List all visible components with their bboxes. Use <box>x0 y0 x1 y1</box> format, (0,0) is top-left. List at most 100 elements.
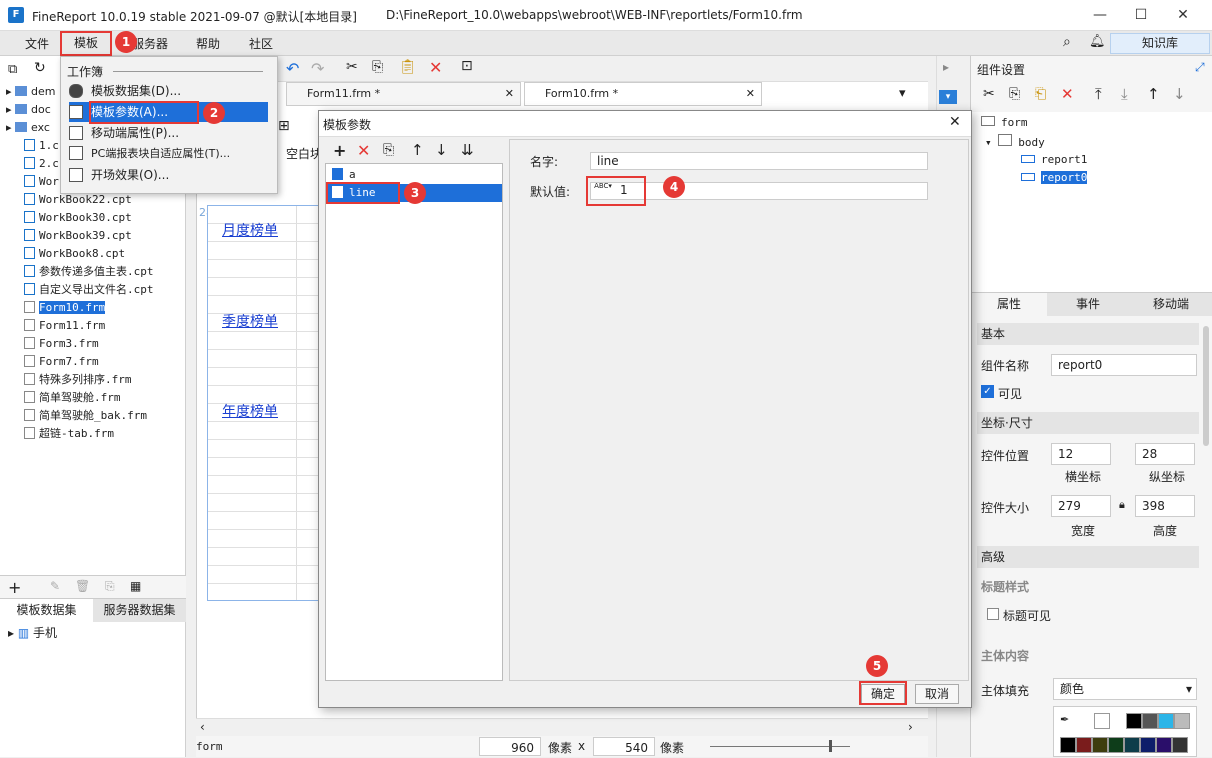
tab-form11[interactable]: Form11.frm * ✕ <box>286 82 521 106</box>
move-down-icon[interactable]: ↓ <box>1173 85 1186 103</box>
bell-icon[interactable]: 🔔︎ <box>1089 34 1106 49</box>
fill-select[interactable]: 颜色 ▾ <box>1053 678 1197 700</box>
dropdown-icon[interactable]: ▾ <box>939 90 957 104</box>
section-coord-size[interactable]: 坐标·尺寸 <box>977 412 1199 434</box>
close-tab-icon[interactable]: ✕ <box>746 83 755 105</box>
sort-icon[interactable]: ⇊ <box>461 141 474 159</box>
delete-icon[interactable]: 🗑︎ <box>75 579 90 593</box>
tree-file[interactable]: 简单驾驶舱_bak.frm <box>24 407 147 425</box>
menu-item-opening-effect[interactable]: 开场效果(O)... <box>69 165 269 185</box>
tree-folder[interactable]: ▸ dem <box>6 83 56 101</box>
layout-icon[interactable]: ⊞ <box>278 118 290 134</box>
dataset-item[interactable]: ▸ ▥ 手机 <box>8 624 57 642</box>
color-swatch[interactable] <box>1092 737 1108 753</box>
menu-file[interactable]: 文件 <box>25 35 49 52</box>
delete-param-icon[interactable]: ✕ <box>357 141 370 160</box>
preview-icon[interactable]: ⊡ <box>461 58 473 74</box>
menu-server[interactable]: 服务器 <box>132 35 168 52</box>
color-swatch[interactable] <box>1174 713 1190 729</box>
paste-icon[interactable]: ⎗ <box>1035 86 1046 102</box>
dialog-close-icon[interactable]: ✕ <box>949 114 961 130</box>
tree-node[interactable]: ▾ body <box>985 134 1045 149</box>
preview-icon[interactable]: ⎘ <box>105 579 115 594</box>
height-input[interactable]: 398 <box>1135 495 1195 517</box>
title-visible-checkbox[interactable] <box>987 608 999 620</box>
edit-icon[interactable]: ✎ <box>50 579 60 593</box>
zoom-slider-thumb[interactable] <box>829 740 832 752</box>
tree-folder[interactable]: ▸ doc <box>6 101 51 119</box>
maximize-icon[interactable]: ☐ <box>1126 4 1156 26</box>
tree-file[interactable]: Form3.frm <box>24 335 99 353</box>
pin-icon[interactable]: ⤢ <box>1195 60 1205 75</box>
pos-y-input[interactable]: 28 <box>1135 443 1195 465</box>
move-top-icon[interactable]: ⤒ <box>1095 85 1102 103</box>
add-param-icon[interactable]: + <box>333 141 346 160</box>
collapse-icon[interactable]: ▸ <box>943 60 949 74</box>
color-swatch[interactable] <box>1124 737 1140 753</box>
tree-file-selected[interactable]: Form10.frm <box>24 299 106 317</box>
tree-node[interactable]: form <box>981 116 1028 129</box>
move-bottom-icon[interactable]: ⤓ <box>1121 85 1128 103</box>
paste-icon[interactable]: 📋︎ <box>399 59 417 75</box>
tab-template-dataset[interactable]: 模板数据集 <box>0 599 93 623</box>
minimize-icon[interactable]: — <box>1085 4 1115 26</box>
section-basic[interactable]: 基本 <box>977 323 1199 345</box>
param-name-input[interactable]: line <box>590 152 928 170</box>
horizontal-scrollbar[interactable]: ‹ › <box>196 718 928 736</box>
copy-param-icon[interactable]: ⎘ <box>383 142 394 158</box>
comp-name-input[interactable]: report0 <box>1051 354 1197 376</box>
color-swatch[interactable] <box>1142 713 1158 729</box>
add-icon[interactable]: + <box>8 578 21 597</box>
tree-file[interactable]: 特殊多列排序.frm <box>24 371 132 389</box>
copy-icon[interactable]: ⎘ <box>1009 86 1020 102</box>
color-swatch[interactable] <box>1156 737 1172 753</box>
color-swatch[interactable] <box>1076 737 1092 753</box>
menu-item-template-dataset[interactable]: 模板数据集(D)... <box>69 81 269 101</box>
pos-x-input[interactable]: 12 <box>1051 443 1111 465</box>
lock-icon[interactable]: 🔒︎ <box>1119 498 1125 512</box>
color-swatch[interactable] <box>1126 713 1142 729</box>
refresh-icon[interactable]: ↻ <box>34 60 46 76</box>
search-icon[interactable]: ⌕ <box>1063 34 1071 50</box>
tree-file[interactable]: WorkBook30.cpt <box>24 209 132 227</box>
move-up-icon[interactable]: ↑ <box>1147 85 1160 103</box>
tree-node[interactable]: report1 <box>1021 153 1087 166</box>
link-yearly[interactable]: 年度榜单 <box>222 401 278 421</box>
menu-template[interactable]: 模板 <box>60 31 112 56</box>
scroll-right-icon[interactable]: › <box>908 720 913 734</box>
visible-checkbox[interactable]: ✓ <box>981 385 994 398</box>
dataset-icon[interactable]: ▦ <box>130 579 141 593</box>
undo-icon[interactable]: ↶ <box>286 59 299 78</box>
scrollbar-thumb[interactable] <box>1203 326 1209 446</box>
knowledge-base-button[interactable]: 知识库 <box>1110 33 1210 54</box>
tree-file[interactable]: 参数传递多值主表.cpt <box>24 263 154 281</box>
color-swatch[interactable] <box>1060 737 1076 753</box>
move-top-icon[interactable]: ↑ <box>411 141 424 159</box>
tab-menu-icon[interactable]: ▾ <box>899 86 906 101</box>
cut-icon[interactable]: ✂ <box>346 59 358 75</box>
tree-file[interactable]: 简单驾驶舱.frm <box>24 389 121 407</box>
delete-icon[interactable]: ✕ <box>1061 85 1074 103</box>
tree-file[interactable]: Wor <box>24 173 59 191</box>
menu-help[interactable]: 帮助 <box>196 35 220 52</box>
color-swatch[interactable] <box>1158 713 1174 729</box>
cancel-button[interactable]: 取消 <box>915 684 959 704</box>
tree-file[interactable]: WorkBook8.cpt <box>24 245 125 263</box>
eyedropper-icon[interactable]: ✒ <box>1060 713 1069 726</box>
menu-item-pc-adaptive[interactable]: PC端报表块自适应属性(T)... <box>69 144 269 164</box>
color-swatch[interactable] <box>1140 737 1156 753</box>
canvas-width-input[interactable]: 960 <box>479 737 541 756</box>
tree-file[interactable]: 超链-tab.frm <box>24 425 114 443</box>
tree-file[interactable]: 1.c <box>24 137 59 155</box>
tree-file[interactable]: WorkBook39.cpt <box>24 227 132 245</box>
width-input[interactable]: 279 <box>1051 495 1111 517</box>
section-advanced[interactable]: 高级 <box>977 546 1199 568</box>
tree-file[interactable]: 自定义导出文件名.cpt <box>24 281 154 299</box>
tab-mobile[interactable]: 移动端 <box>1129 293 1212 317</box>
color-swatch[interactable] <box>1108 737 1124 753</box>
menu-item-mobile-attr[interactable]: 移动端属性(P)... <box>69 123 269 143</box>
close-tab-icon[interactable]: ✕ <box>505 83 514 105</box>
delete-icon[interactable]: ✕ <box>429 58 442 77</box>
tree-file[interactable]: Form7.frm <box>24 353 99 371</box>
redo-icon[interactable]: ↷ <box>311 59 324 78</box>
